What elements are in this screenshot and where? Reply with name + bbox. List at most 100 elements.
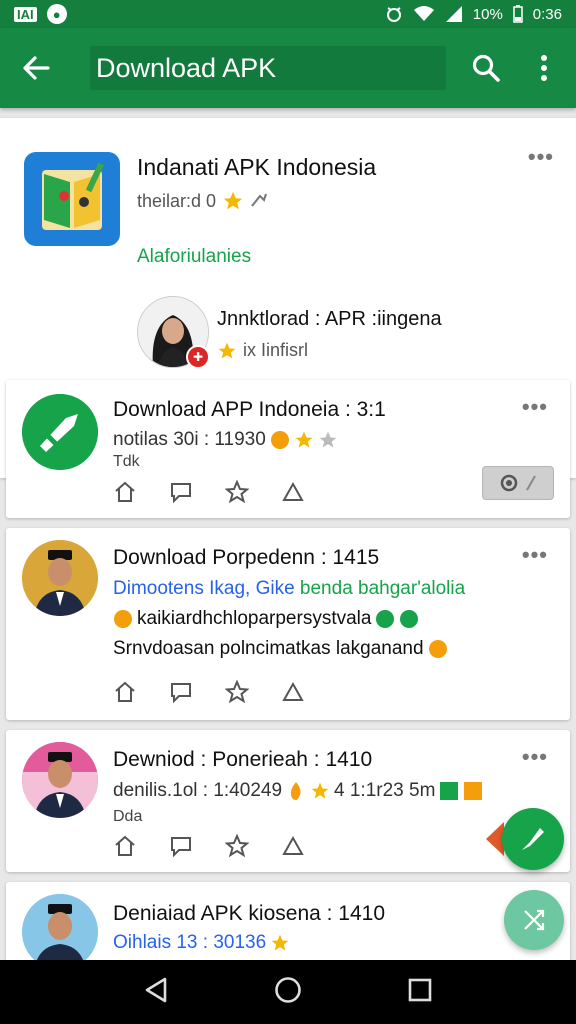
comment-icon [171,837,191,858]
overflow-menu-button[interactable] [524,48,564,88]
author-name[interactable]: Jnnktlorad : APR :iingena [217,308,442,331]
star-icon [271,934,289,951]
post-meta: notilas 30i : 11930 [113,429,338,451]
app-title[interactable]: Indanati APK Indonesia [137,154,376,181]
post-meta: denilis.1ol : 1:40249 4 1:1r23 5m [113,780,483,802]
more-options-button[interactable]: ••• [528,144,554,170]
post-card[interactable]: Download APP Indoneia : 3:1 ••• notilas … [6,380,570,518]
post-meta: Oihlais 13 : 30136 [113,932,290,954]
more-options-button[interactable]: ••• [522,542,548,568]
star-icon [295,431,313,448]
star-outline-icon [225,834,249,858]
verified-badge-icon: ✚ [186,345,210,369]
home-icon [115,681,135,702]
green-badge-icon [376,610,395,628]
app-icon[interactable] [24,152,120,246]
comment-button[interactable] [167,678,195,706]
favorite-button[interactable] [223,832,251,860]
author-avatar[interactable]: ✚ [137,296,210,369]
post-title[interactable]: Deniaiad APK kiosena : 1410 [113,902,385,926]
post-avatar[interactable] [22,894,98,960]
comment-icon [171,683,191,704]
post-title[interactable]: Download Porpedenn : 1415 [113,546,379,570]
emoji-icon [428,640,447,658]
signal-icon [445,6,462,22]
post-avatar[interactable] [22,540,98,616]
post-card[interactable]: Download Porpedenn : 1415 ••• Dimootens … [6,528,570,720]
home-button[interactable] [111,832,139,860]
comment-icon [171,483,191,504]
home-button[interactable] [111,478,139,506]
upload-icon [282,481,304,501]
post-actions [111,832,307,860]
upload-icon [282,681,304,701]
home-icon [115,481,135,502]
badge-icon [270,431,289,449]
share-button[interactable] [279,678,307,706]
pen-icon [522,828,544,850]
upload-icon [282,835,304,855]
post-meta-text: Oihlais 13 : 30136 [113,932,267,953]
system-nav-bar [0,960,576,1024]
star-icon [311,782,329,799]
category-link[interactable]: Alaforiulanies [137,246,251,268]
battery-percent: 10% [472,5,503,23]
status-badge: IAI [14,6,37,22]
favorite-button[interactable] [223,678,251,706]
more-options-button[interactable]: ••• [522,394,548,420]
more-options-button[interactable]: ••• [522,744,548,770]
star-icon [218,342,236,358]
arrow-left-icon [23,56,50,80]
person-photo-icon [22,540,98,616]
visibility-toggle[interactable] [482,466,554,500]
home-icon [115,835,135,856]
star-outline-icon [225,680,249,704]
nav-recents-button[interactable] [407,977,433,1008]
search-icon [472,54,500,82]
battery-icon [513,5,523,23]
shuffle-fab[interactable] [504,890,564,950]
post-body-text: kaikiardhchloparpersystvala [137,608,372,629]
post-tag: Dda [113,808,143,825]
compose-fab[interactable] [502,808,564,870]
post-title[interactable]: Download APP Indoneia : 3:1 [113,398,386,422]
app-subtitle-text: theilar:d 0 [137,190,217,211]
favorite-button[interactable] [223,478,251,506]
post-title[interactable]: Dewniod : Ponerieah : 1410 [113,748,372,772]
circle-home-icon [275,976,301,1003]
post-avatar[interactable] [22,394,98,470]
orange-badge-icon [464,782,483,800]
home-button[interactable] [111,678,139,706]
post-body-2: Srnvdoasan polncimatkas lakganand [113,638,448,660]
share-button[interactable] [279,832,307,860]
post-avatar[interactable] [22,742,98,818]
notification-icon: ● [46,4,67,24]
post-meta-text: denilis.1ol : 1:40249 [113,780,283,801]
star-empty-icon [319,431,337,448]
alarm-icon [386,7,401,22]
post-actions [111,478,307,506]
comment-button[interactable] [167,478,195,506]
status-bar: IAI ● 10% 0:36 [0,0,576,28]
search-button[interactable] [466,48,506,88]
post-link[interactable]: Dimootens Ikag, Gike benda bahgar'alolia [113,578,465,600]
post-tag: Tdk [113,453,140,470]
nav-back-button[interactable] [143,976,169,1009]
person-photo-icon [22,742,98,818]
comment-button[interactable] [167,832,195,860]
green-badge-icon [440,782,459,800]
star-icon [223,191,243,210]
back-button[interactable] [12,44,60,92]
app-bar: Download APK [0,28,576,108]
post-card[interactable]: Deniaiad APK kiosena : 1410 Oihlais 13 :… [6,882,570,960]
flame-icon [290,782,301,800]
star-outline-icon [225,480,249,504]
post-link-highlight: benda bahgar'alolia [299,578,466,599]
share-button[interactable] [279,478,307,506]
post-actions [111,678,307,706]
post-meta-secondary: 4 1:1r23 5m [334,780,436,801]
more-vert-icon [541,55,547,81]
title-field[interactable]: Download APK [90,46,446,90]
nav-home-button[interactable] [274,976,302,1009]
status-time: 0:36 [532,5,562,23]
